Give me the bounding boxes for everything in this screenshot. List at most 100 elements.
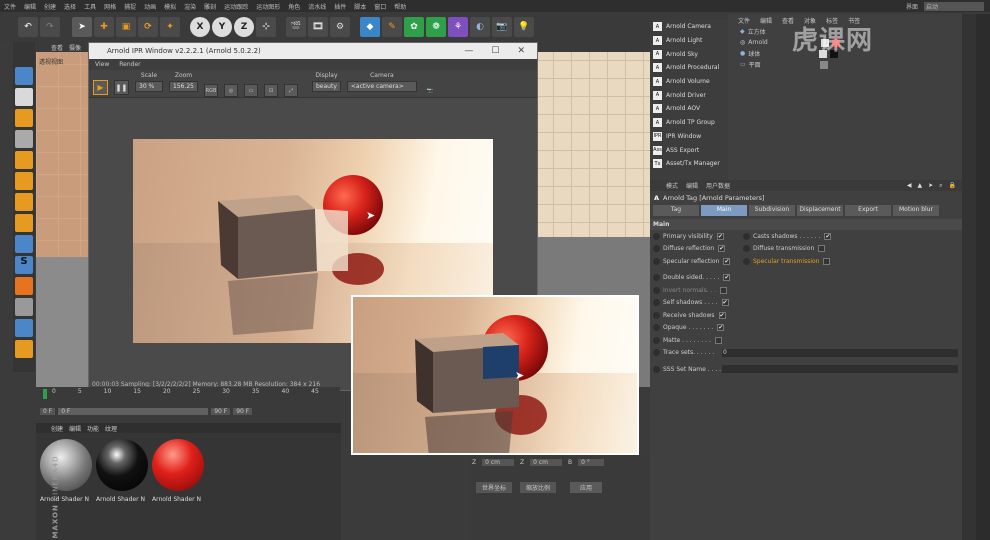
deformer-icon[interactable]: ⚘: [448, 17, 468, 37]
arnold-menu-item[interactable]: Tx Asset/Tx Manager: [650, 157, 728, 171]
arnold-menu-item[interactable]: A Arnold Volume: [650, 75, 728, 89]
attribute-tab[interactable]: Displacement: [797, 205, 843, 216]
frame-ruler[interactable]: 0 5 10 15 20 25 30 35 40 45: [42, 388, 338, 398]
attribute-tab[interactable]: Main: [701, 205, 747, 216]
menu-item[interactable]: 编辑: [24, 2, 36, 11]
coord-scale-select[interactable]: 缩放比例: [520, 482, 557, 493]
menu-item[interactable]: 雕刻: [204, 2, 216, 11]
property-checkbox[interactable]: ✔: [718, 245, 726, 253]
close-icon[interactable]: ✕: [517, 46, 525, 56]
lock-icon[interactable]: 🔒: [949, 182, 956, 190]
attribute-tab[interactable]: Export: [845, 205, 891, 216]
arnold-menu-item[interactable]: A Arnold Procedural: [650, 61, 728, 75]
property-checkbox[interactable]: ✔: [723, 274, 731, 282]
region-icon[interactable]: ▭: [244, 84, 258, 97]
arnold-menu-item[interactable]: A Arnold Camera: [650, 20, 728, 34]
light-icon[interactable]: 💡: [514, 17, 534, 37]
texture-mode-icon[interactable]: [15, 88, 33, 106]
timeline[interactable]: 0 5 10 15 20 25 30 35 40 45 0 F 0 F 90 F 90 F: [40, 387, 340, 423]
x-axis-lock-icon[interactable]: X: [190, 17, 210, 37]
pen-spline-icon[interactable]: ✎: [382, 17, 402, 37]
attribute-tab[interactable]: Tag: [653, 205, 699, 216]
model-mode-icon[interactable]: [15, 130, 33, 148]
apply-button[interactable]: 应用: [570, 482, 603, 493]
tweak-mode-icon[interactable]: [15, 235, 33, 253]
property-checkbox[interactable]: ✔: [716, 232, 724, 240]
arnold-menu-item[interactable]: A Arnold AOV: [650, 102, 728, 116]
material-menu-texture[interactable]: 纹理: [105, 424, 117, 433]
property-checkbox[interactable]: ✔: [718, 311, 726, 319]
menu-item[interactable]: 运动图形: [256, 2, 280, 11]
attribute-tab[interactable]: Motion blur: [893, 205, 939, 216]
menu-item[interactable]: 流水线: [308, 2, 326, 11]
material-menu-function[interactable]: 功能: [87, 424, 99, 433]
snap-icon[interactable]: S: [15, 256, 33, 274]
playhead[interactable]: [43, 389, 47, 399]
object-row[interactable]: ▭ 平面: [728, 59, 962, 70]
object-menu-item[interactable]: 编辑: [760, 16, 772, 25]
ipr-menu-render[interactable]: Render: [119, 61, 140, 68]
animate-keyframe-dot[interactable]: [653, 311, 660, 319]
spiral-icon[interactable]: [15, 340, 33, 358]
environment-icon[interactable]: ◐: [470, 17, 490, 37]
move-tool-icon[interactable]: ✚: [94, 17, 114, 37]
menu-item[interactable]: 动画: [144, 2, 156, 11]
animate-keyframe-dot[interactable]: [743, 232, 750, 240]
cube-primitive-icon[interactable]: ◆: [360, 17, 380, 37]
property-checkbox[interactable]: ✔: [717, 324, 725, 332]
menu-item[interactable]: 文件: [4, 2, 16, 11]
render-picture-viewer-icon[interactable]: 🎞: [308, 17, 328, 37]
grid-icon[interactable]: [15, 298, 33, 316]
property-checkbox[interactable]: ✔: [723, 257, 731, 265]
viewport-tab-view[interactable]: 查看: [51, 43, 63, 52]
pointer-icon[interactable]: ➤: [928, 182, 933, 190]
trace-sets-input[interactable]: 0: [722, 348, 958, 357]
recent-tool-icon[interactable]: ✦: [160, 17, 180, 37]
subdivision-icon[interactable]: ✿: [404, 17, 424, 37]
menu-item[interactable]: 捕捉: [124, 2, 136, 11]
arnold-menu-item[interactable]: Ass ASS Export: [650, 143, 728, 157]
menu-item[interactable]: 角色: [288, 2, 300, 11]
menu-item[interactable]: 创建: [44, 2, 56, 11]
menu-item[interactable]: 选择: [64, 2, 76, 11]
material-menu-edit[interactable]: 编辑: [69, 424, 81, 433]
property-checkbox[interactable]: [714, 336, 722, 344]
menu-item[interactable]: 网格: [104, 2, 116, 11]
current-frame-field[interactable]: 0 F: [58, 407, 209, 415]
menu-item[interactable]: 窗口: [374, 2, 386, 11]
rotate-tool-icon[interactable]: ⟳: [138, 17, 158, 37]
select-arrow-icon[interactable]: ➤: [72, 17, 92, 37]
polygons-mode-icon[interactable]: [15, 193, 33, 211]
edges-mode-icon[interactable]: [15, 172, 33, 190]
property-checkbox[interactable]: ✔: [824, 232, 832, 240]
animate-keyframe-dot[interactable]: [653, 274, 660, 282]
end-frame-field[interactable]: 90 F: [233, 407, 253, 415]
arnold-menu-item[interactable]: A Arnold TP Group: [650, 116, 728, 130]
coord-value-field[interactable]: 0 cm: [482, 459, 514, 466]
workplane-icon[interactable]: [15, 109, 33, 127]
pause-icon[interactable]: ❚❚: [114, 80, 129, 95]
property-checkbox[interactable]: [823, 257, 831, 265]
attr-menu-userdata[interactable]: 用户数据: [706, 181, 730, 190]
scale-tool-icon[interactable]: ▣: [116, 17, 136, 37]
attr-menu-edit[interactable]: 编辑: [686, 181, 698, 190]
render-view-icon[interactable]: 🎬: [286, 17, 306, 37]
animate-keyframe-dot[interactable]: [653, 324, 660, 332]
material-item[interactable]: Arnold Shader N: [152, 439, 206, 513]
menu-item[interactable]: 插件: [334, 2, 346, 11]
make-editable-icon[interactable]: [15, 67, 33, 85]
coord-space-select[interactable]: 世界坐标: [476, 482, 513, 493]
property-checkbox[interactable]: [818, 245, 826, 253]
coord-value-field[interactable]: 0 °: [578, 459, 604, 466]
arnold-menu-item[interactable]: IPR IPR Window: [650, 130, 728, 144]
end-frame-slider[interactable]: 90 F: [211, 407, 231, 415]
menu-item[interactable]: 脚本: [354, 2, 366, 11]
rgb-button[interactable]: RGB: [204, 84, 218, 97]
animate-keyframe-dot[interactable]: [653, 336, 660, 344]
snapshot-icon[interactable]: 📷: [423, 84, 437, 97]
ipr-menu-view[interactable]: View: [95, 61, 109, 68]
animate-keyframe-dot[interactable]: [653, 299, 660, 307]
coord-value-field[interactable]: 0 cm: [530, 459, 562, 466]
crop-icon[interactable]: ⊡: [264, 84, 278, 97]
undo-icon[interactable]: ↶: [18, 17, 38, 37]
